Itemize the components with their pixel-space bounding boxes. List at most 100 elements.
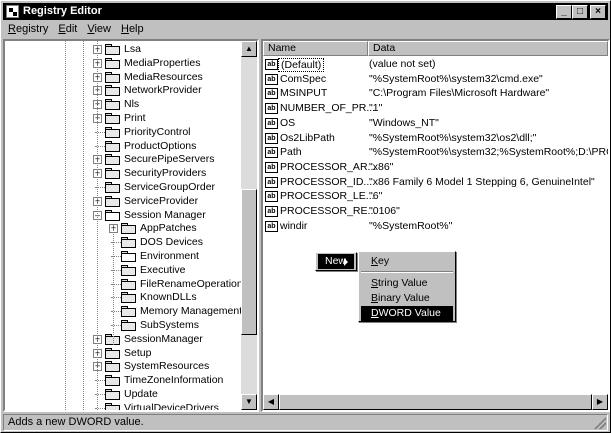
column-header-data[interactable]: Data — [368, 41, 608, 56]
folder-icon — [105, 402, 120, 410]
tree-item[interactable]: Environment — [5, 250, 243, 263]
folder-icon — [105, 182, 120, 193]
tree-item[interactable]: + Nls — [5, 98, 243, 111]
tree-item-label: PriorityControl — [124, 125, 191, 138]
folder-icon — [121, 264, 136, 276]
scroll-left-button[interactable]: ◀ — [263, 394, 279, 410]
value-row[interactable]: ab Path "%SystemRoot%\system32;%SystemRoot… — [263, 145, 608, 160]
menu-edit[interactable]: Edit — [53, 21, 82, 38]
scroll-down-button[interactable]: ▼ — [241, 394, 257, 410]
maximize-button[interactable]: □ — [572, 5, 588, 19]
value-row[interactable]: ab windir "%SystemRoot%" — [263, 219, 608, 234]
tree-item[interactable]: + Setup — [5, 347, 243, 360]
tree-item-label: Session Manager — [124, 208, 206, 221]
menu-item-new[interactable]: New — [318, 254, 354, 269]
tree-item[interactable]: + NetworkProvider — [5, 84, 243, 97]
horizontal-scroll-thumb[interactable] — [279, 394, 592, 410]
value-row[interactable]: ab PROCESSOR_ID... "x86 Family 6 Model 1 S… — [263, 175, 608, 190]
registry-app-icon[interactable] — [6, 5, 19, 18]
close-button[interactable]: × — [590, 5, 606, 19]
tree-item[interactable]: TimeZoneInformation — [5, 374, 243, 387]
folder-icon — [121, 237, 136, 249]
value-data: "%SystemRoot%" — [369, 219, 453, 232]
submenu-item-key[interactable]: Key — [361, 254, 453, 269]
value-data: "1" — [369, 102, 383, 115]
tree-item-label: Environment — [140, 250, 199, 262]
scroll-up-button[interactable]: ▲ — [241, 41, 257, 57]
value-row[interactable]: ab MSINPUT "C:\Program Files\Microsoft Har… — [263, 86, 608, 101]
new-submenu: Key String Value Binary Value DWORD Value — [358, 251, 456, 322]
tree-item[interactable]: PriorityControl — [5, 126, 243, 139]
menu-view[interactable]: View — [82, 21, 116, 38]
tree-item-label: SubSystems — [140, 319, 199, 331]
tree-item[interactable]: + SecurePipeServers — [5, 153, 243, 166]
values-list-pane[interactable]: Name Data ab (Default) (value not set) ab Co… — [261, 39, 610, 412]
tree-item[interactable]: + SecurityProviders — [5, 167, 243, 180]
tree-item[interactable]: KnownDLLs — [5, 291, 243, 304]
tree-item[interactable]: + Lsa — [5, 43, 243, 56]
tree-item[interactable]: FileRenameOperations — [5, 278, 248, 291]
tree-item[interactable]: Update — [5, 388, 243, 401]
tree-item[interactable]: + SystemResources — [5, 360, 243, 373]
tree-item[interactable]: – Session Manager — [5, 209, 243, 222]
tree-item[interactable]: + Print — [5, 112, 243, 125]
horizontal-scrollbar[interactable]: ◀ ▶ — [263, 394, 608, 410]
folder-icon — [105, 154, 120, 166]
value-name: windir — [280, 219, 308, 232]
folder-icon — [105, 347, 120, 359]
menu-registry[interactable]: Registry — [3, 21, 53, 38]
tree-item[interactable]: + MediaResources — [5, 71, 243, 84]
tree-item[interactable]: ServiceGroupOrder — [5, 181, 243, 194]
folder-icon — [105, 126, 120, 138]
tree-item[interactable]: + MediaProperties — [5, 57, 243, 70]
submenu-item-string-value[interactable]: String Value — [361, 276, 453, 291]
tree-item[interactable]: ProductOptions — [5, 140, 243, 153]
folder-icon — [121, 278, 136, 290]
minimize-button[interactable]: _ — [556, 5, 572, 19]
tree-item-label: DOS Devices — [140, 236, 204, 249]
submenu-item-binary-value[interactable]: Binary Value — [361, 291, 453, 306]
tree-item[interactable]: + ServiceProvider — [5, 195, 243, 208]
tree-guide-line — [83, 41, 84, 410]
menu-help[interactable]: Help — [116, 21, 149, 38]
value-name: PROCESSOR_ID... — [280, 175, 373, 188]
tree-item[interactable]: VirtualDeviceDrivers — [5, 401, 243, 412]
value-row[interactable]: ab NUMBER_OF_PR... "1" — [263, 101, 608, 116]
tree-item[interactable]: SubSystems — [5, 319, 243, 332]
tree-item-label: Nls — [124, 98, 140, 111]
column-header-name[interactable]: Name — [263, 41, 368, 56]
string-value-icon: ab — [265, 220, 278, 232]
string-value-icon: ab — [265, 161, 278, 173]
tree-item[interactable]: DOS Devices — [5, 236, 243, 249]
tree-item[interactable]: Executive — [5, 264, 243, 277]
folder-icon — [105, 195, 120, 207]
folder-icon — [105, 168, 120, 180]
open-folder-icon — [105, 209, 120, 221]
tree-vertical-scrollbar[interactable]: ▲ ▼ — [241, 41, 257, 410]
vertical-scroll-thumb[interactable] — [241, 189, 257, 335]
scroll-right-button[interactable]: ▶ — [592, 394, 608, 410]
open-folder-icon — [121, 251, 136, 262]
resize-grip-icon[interactable] — [594, 417, 606, 429]
submenu-item-dword-value[interactable]: DWORD Value — [361, 306, 453, 321]
value-row[interactable]: ab PROCESSOR_AR... "x86" — [263, 160, 608, 175]
tree-item-label: SecurityProviders — [124, 167, 207, 180]
tree-item[interactable]: Memory Management — [5, 305, 243, 318]
value-row[interactable]: ab ComSpec "%SystemRoot%\system32\cmd.exe" — [263, 72, 608, 87]
value-row[interactable]: ab (Default) (value not set) — [263, 57, 608, 72]
value-row[interactable]: ab PROCESSOR_LE... "6" — [263, 189, 608, 204]
key-tree-pane[interactable]: + Lsa + MediaProperties + MediaResources + Netw… — [3, 39, 259, 412]
tree-item[interactable]: + AppPatches — [5, 222, 243, 235]
folder-icon — [121, 320, 136, 331]
value-name: PROCESSOR_LE... — [280, 190, 375, 203]
value-row[interactable]: ab Os2LibPath "%SystemRoot%\system32\os2\d… — [263, 131, 608, 146]
registry-editor-window: Registry Editor _ □ × Registry Edit View He… — [0, 0, 611, 433]
tree-item-label: Memory Management — [140, 305, 243, 318]
tree-item-label: VirtualDeviceDrivers — [124, 401, 219, 412]
value-row[interactable]: ab OS "Windows_NT" — [263, 116, 608, 131]
value-data: "%SystemRoot%\system32;%SystemRoot%;D:\P… — [369, 146, 608, 159]
value-row[interactable]: ab PROCESSOR_RE... "0106" — [263, 204, 608, 219]
folder-icon — [121, 306, 136, 318]
tree-item[interactable]: + SessionManager — [5, 333, 243, 346]
title-bar[interactable]: Registry Editor _ □ × — [3, 3, 608, 20]
